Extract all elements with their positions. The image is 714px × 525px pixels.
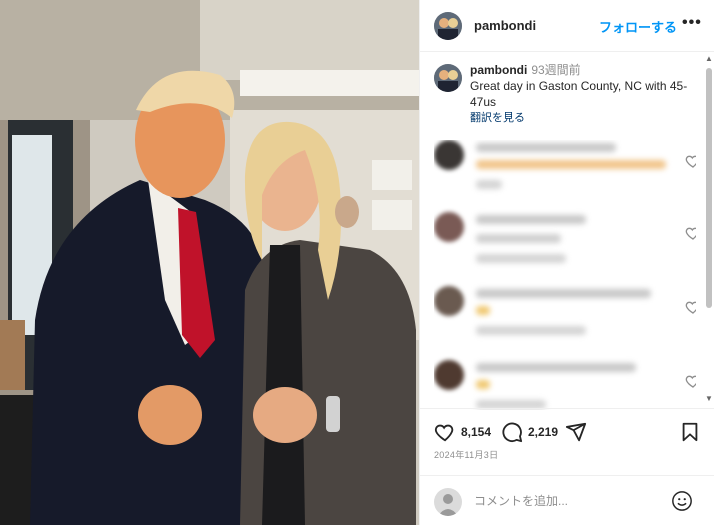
- blurred-username: [476, 143, 616, 152]
- heart-icon[interactable]: [434, 421, 456, 443]
- blurred-comment-text: [476, 234, 561, 243]
- commenter-avatar[interactable]: [434, 360, 464, 390]
- action-bar: 8,154 2,219 2024年11月3日: [420, 408, 714, 525]
- comment-item: [434, 286, 696, 346]
- blurred-meta: [476, 180, 502, 189]
- blurred-meta: [476, 326, 586, 335]
- caption-body: pambondi 93週間前 Great day in Gaston County…: [470, 62, 690, 126]
- commenter-avatar[interactable]: [434, 286, 464, 316]
- profile-avatar[interactable]: [434, 11, 462, 40]
- commenter-avatar[interactable]: [434, 140, 464, 170]
- blurred-username: [476, 289, 651, 298]
- post-image: [0, 0, 419, 525]
- comment-icon[interactable]: [501, 421, 523, 443]
- scrollbar-thumb[interactable]: [706, 68, 712, 308]
- follow-button[interactable]: フォローする: [599, 17, 677, 36]
- comment-like-icon[interactable]: [685, 153, 696, 169]
- comment-item: [434, 212, 696, 272]
- post-panel: pambondi フォローする ••• pambondi 93週間前 Great …: [419, 0, 714, 525]
- current-user-avatar: [434, 488, 462, 516]
- caption-time: 93週間前: [531, 63, 581, 77]
- caption-text: Great day in Gaston County, NC with 45-4…: [470, 79, 688, 109]
- share-icon[interactable]: [565, 421, 587, 443]
- save-action: [679, 421, 701, 443]
- bookmark-icon[interactable]: [679, 421, 701, 443]
- scroll-up-icon[interactable]: ▲: [705, 54, 713, 63]
- comment-action: 2,219: [501, 421, 558, 443]
- share-action: [565, 421, 587, 443]
- header-username[interactable]: pambondi: [474, 18, 536, 33]
- blurred-comment-text: [476, 380, 490, 389]
- post-photo[interactable]: [0, 0, 419, 525]
- comment-like-icon[interactable]: [685, 373, 696, 389]
- blurred-meta: [476, 254, 566, 263]
- comment-like-icon[interactable]: [685, 299, 696, 315]
- blurred-comment-text: [476, 160, 666, 169]
- scroll-down-icon[interactable]: ▼: [705, 394, 713, 403]
- caption-username[interactable]: pambondi: [470, 63, 527, 77]
- comment-item: [434, 140, 696, 200]
- blurred-comment-text: [476, 306, 490, 315]
- commenter-avatar[interactable]: [434, 212, 464, 242]
- comment-like-icon[interactable]: [685, 225, 696, 241]
- more-options-icon[interactable]: •••: [682, 14, 702, 32]
- translate-link[interactable]: 翻訳を見る: [470, 110, 690, 126]
- comment-scrollbar[interactable]: ▲ ▼: [705, 54, 713, 404]
- like-count[interactable]: 8,154: [461, 425, 491, 439]
- caption-avatar[interactable]: [434, 64, 462, 92]
- comment-item: [434, 360, 696, 410]
- comment-input-bar: [420, 475, 714, 525]
- comment-list: [434, 140, 696, 410]
- post-date: 2024年11月3日: [434, 450, 499, 460]
- like-action: 8,154: [434, 421, 491, 443]
- comment-count[interactable]: 2,219: [528, 425, 558, 439]
- emoji-icon[interactable]: [671, 490, 693, 512]
- comment-input[interactable]: [474, 491, 664, 511]
- blurred-username: [476, 215, 586, 224]
- blurred-username: [476, 363, 636, 372]
- post-header: pambondi フォローする •••: [420, 0, 714, 52]
